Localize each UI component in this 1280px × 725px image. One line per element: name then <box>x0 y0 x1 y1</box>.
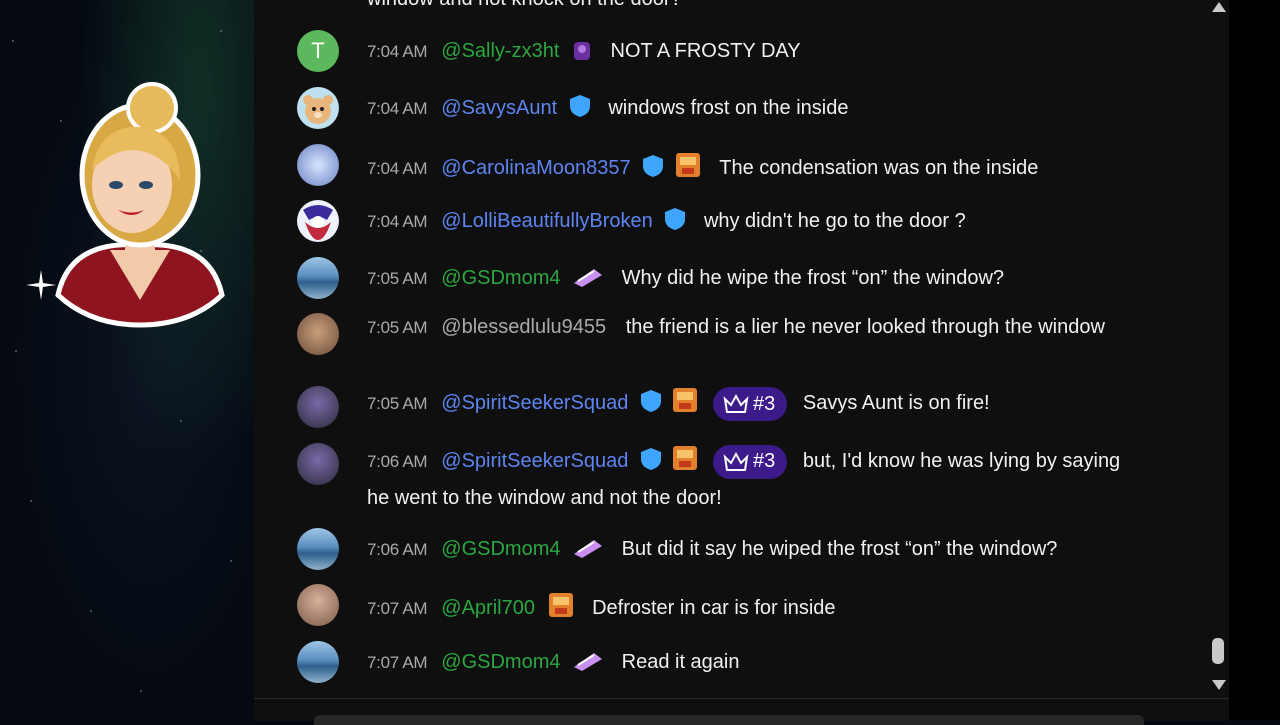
author-name[interactable]: @SpiritSeekerSquad <box>441 450 628 472</box>
author-name[interactable]: @April700 <box>441 597 535 619</box>
message-time: 7:04 AM <box>367 212 428 231</box>
message-time: 7:04 AM <box>367 99 428 118</box>
message-text: the friend is a lier he never looked thr… <box>625 316 1105 338</box>
author-name[interactable]: @CarolinaMoon8357 <box>441 157 630 179</box>
ocean-avatar[interactable] <box>297 528 339 570</box>
member-sticker-icon <box>574 540 603 558</box>
member-badge-icon <box>673 446 698 470</box>
rank-number: #3 <box>753 450 776 473</box>
truncated-message-text: window and not knock on the door? <box>367 0 682 13</box>
moderator-shield-icon <box>665 208 686 230</box>
crystal-lotus-avatar[interactable] <box>297 144 339 186</box>
message-time: 7:05 AM <box>367 318 428 337</box>
leaderboard-rank-badge[interactable]: #3 <box>713 386 788 421</box>
moderator-shield-icon <box>569 95 590 117</box>
cartoon-avatar[interactable] <box>297 200 339 242</box>
moderator-shield-icon <box>643 155 664 177</box>
teddy-bear-avatar[interactable] <box>297 87 339 129</box>
message-text: windows frost on the inside <box>608 97 849 119</box>
woman-avatar[interactable] <box>297 584 339 626</box>
ocean-avatar[interactable] <box>297 257 339 299</box>
message-time: 7:04 AM <box>367 159 428 178</box>
stream-overlay-background <box>0 0 254 720</box>
message-text: The condensation was on the inside <box>719 157 1039 179</box>
author-name[interactable]: @SpiritSeekerSquad <box>441 392 628 414</box>
author-name[interactable]: @GSDmom4 <box>441 267 560 289</box>
moderator-shield-icon <box>640 390 661 412</box>
message-time: 7:05 AM <box>367 269 428 288</box>
ocean-avatar[interactable] <box>297 641 339 683</box>
member-badge-icon <box>673 388 698 412</box>
scroll-down-arrow-icon[interactable] <box>1211 678 1227 692</box>
portrait-avatar[interactable] <box>297 443 339 485</box>
membership-badge-icon <box>573 42 590 60</box>
message-time: 7:06 AM <box>367 452 428 471</box>
chat-input-field[interactable] <box>314 715 1144 725</box>
rank-number: #3 <box>753 392 776 415</box>
message-text: Why did he wipe the frost “on” the windo… <box>621 267 1005 289</box>
message-text: why didn't he go to the door ? <box>703 210 966 232</box>
member-badge-icon <box>548 593 573 617</box>
author-name[interactable]: @GSDmom4 <box>441 651 560 673</box>
moderator-shield-icon <box>640 448 661 470</box>
author-name[interactable]: @GSDmom4 <box>441 538 560 560</box>
member-sticker-icon <box>574 653 603 671</box>
avatar-letter: T <box>311 38 325 63</box>
author-name[interactable]: @blessedlulu9455 <box>441 316 606 338</box>
message-time: 7:07 AM <box>367 653 428 672</box>
cursor-sparkle-icon <box>26 270 56 300</box>
leaderboard-rank-badge[interactable]: #3 <box>713 444 788 479</box>
message-time: 7:06 AM <box>367 540 428 559</box>
page-margin <box>1229 0 1280 720</box>
message-text: But did it say he wiped the frost “on” t… <box>621 538 1058 560</box>
author-name[interactable]: @Sally-zx3ht <box>441 40 559 62</box>
message-text: Defroster in car is for inside <box>592 597 836 619</box>
streamer-caricature-logo <box>55 82 225 328</box>
message-time: 7:05 AM <box>367 394 428 413</box>
message-time: 7:04 AM <box>367 42 428 61</box>
chat-input-area <box>254 698 1229 725</box>
letter-avatar[interactable]: T <box>297 30 339 72</box>
message-text: Savys Aunt is on fire! <box>802 392 990 414</box>
message-text: NOT A FROSTY DAY <box>610 40 801 62</box>
scrollbar-thumb[interactable] <box>1212 638 1224 664</box>
portrait-avatar[interactable] <box>297 386 339 428</box>
message-text: Read it again <box>621 651 740 673</box>
dog-avatar[interactable] <box>297 313 339 355</box>
author-name[interactable]: @SavysAunt <box>441 97 557 119</box>
live-chat-panel[interactable]: window and not knock on the door? T 7:04… <box>254 0 1229 698</box>
member-badge-icon <box>675 153 700 177</box>
member-sticker-icon <box>574 269 603 287</box>
scroll-up-arrow-icon[interactable] <box>1211 0 1227 14</box>
author-name[interactable]: @LolliBeautifullyBroken <box>441 210 653 232</box>
crown-icon <box>723 451 749 471</box>
crown-icon <box>723 393 749 413</box>
message-time: 7:07 AM <box>367 599 428 618</box>
